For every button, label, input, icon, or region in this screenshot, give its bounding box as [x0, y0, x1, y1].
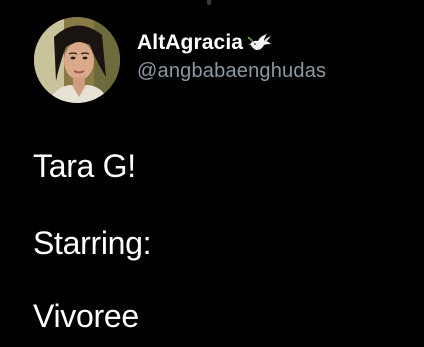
- tweet-text-line: Starring:: [33, 225, 152, 261]
- avatar-photo: [34, 17, 120, 103]
- tweet-text-line: Tara G!: [33, 148, 136, 184]
- display-name-row: AltAgracia: [137, 29, 326, 57]
- user-handle[interactable]: @angbabaenghudas: [137, 60, 326, 83]
- tweet-header: AltAgracia @angbabaenghudas: [34, 17, 326, 103]
- avatar[interactable]: [34, 17, 120, 103]
- author-names: AltAgracia @angbabaenghudas: [137, 29, 326, 83]
- tweet-text-line: Vivoree: [33, 298, 139, 334]
- display-name[interactable]: AltAgracia: [137, 31, 243, 55]
- tweet-card: AltAgracia @angbabaenghudas Tara G! Star…: [0, 0, 424, 347]
- dove-icon: [247, 32, 273, 54]
